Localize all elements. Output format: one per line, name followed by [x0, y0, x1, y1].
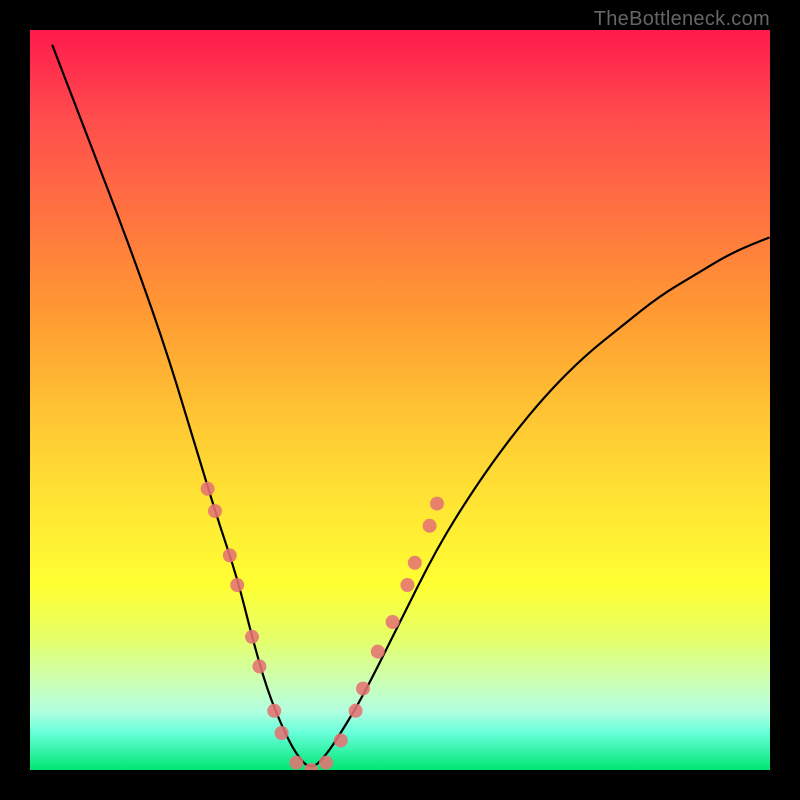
watermark-text: TheBottleneck.com [594, 8, 770, 31]
marker-dot [252, 659, 266, 673]
marker-dot [400, 578, 414, 592]
marker-dot [289, 756, 303, 770]
bottleneck-curve-line [52, 45, 770, 767]
marker-dot [356, 682, 370, 696]
marker-dot [201, 482, 215, 496]
marker-dot [275, 726, 289, 740]
marker-dot [430, 497, 444, 511]
marker-dot [223, 548, 237, 562]
curve-marker-dots [201, 482, 444, 770]
marker-dot [423, 519, 437, 533]
marker-dot [245, 630, 259, 644]
marker-dot [334, 733, 348, 747]
chart-plot-area [30, 30, 770, 770]
marker-dot [208, 504, 222, 518]
chart-svg [30, 30, 770, 770]
marker-dot [267, 704, 281, 718]
marker-dot [371, 645, 385, 659]
marker-dot [386, 615, 400, 629]
marker-dot [349, 704, 363, 718]
marker-dot [230, 578, 244, 592]
marker-dot [408, 556, 422, 570]
marker-dot [319, 756, 333, 770]
